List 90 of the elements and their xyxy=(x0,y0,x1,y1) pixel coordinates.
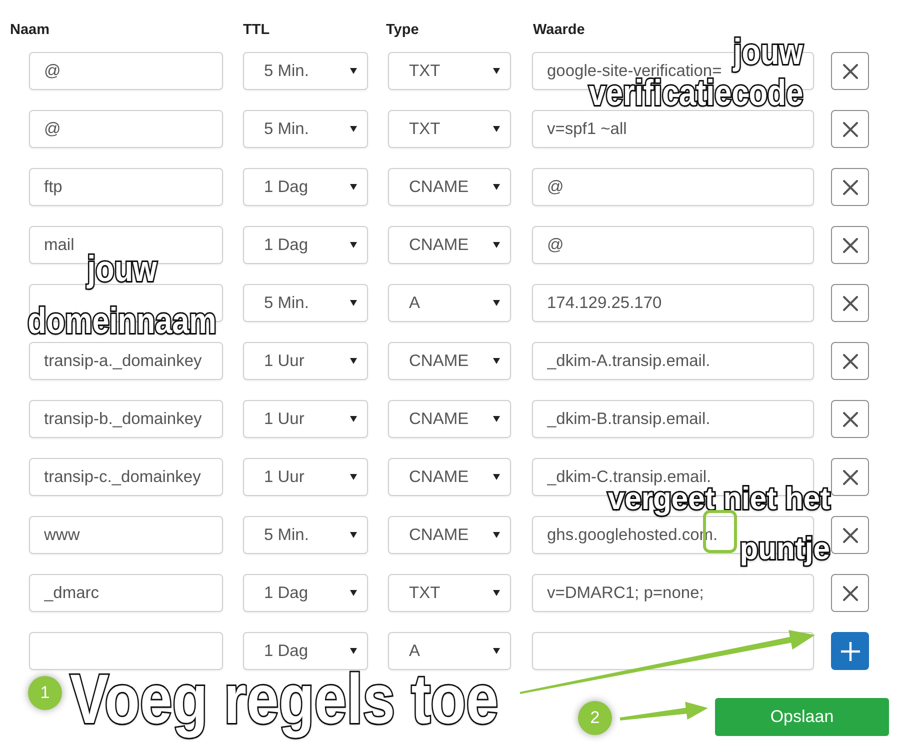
x-icon xyxy=(842,296,858,310)
caret-icon xyxy=(493,474,500,480)
type-select[interactable]: TXT xyxy=(388,52,511,90)
ttl-select[interactable]: 5 Min. xyxy=(243,284,368,322)
delete-button[interactable] xyxy=(831,226,869,264)
ttl-select[interactable]: 5 Min. xyxy=(243,516,368,554)
type-select[interactable]: CNAME xyxy=(388,400,511,438)
type-select[interactable]: CNAME xyxy=(388,226,511,264)
value-field[interactable]: v=DMARC1; p=none; xyxy=(532,574,814,612)
caret-icon xyxy=(493,184,500,190)
column-header: TTL xyxy=(243,22,270,38)
name-field[interactable]: @ xyxy=(29,52,223,90)
x-icon xyxy=(842,586,858,600)
caret-icon xyxy=(350,648,357,654)
caret-icon xyxy=(493,532,500,538)
caret-icon xyxy=(493,68,500,74)
caret-icon xyxy=(350,126,357,132)
column-header: Naam xyxy=(10,22,50,38)
type-select[interactable]: CNAME xyxy=(388,168,511,206)
caret-icon xyxy=(350,242,357,248)
delete-button[interactable] xyxy=(831,458,869,496)
type-select[interactable]: CNAME xyxy=(388,458,511,496)
type-select[interactable]: A xyxy=(388,632,511,670)
value-field[interactable] xyxy=(532,632,814,670)
name-field[interactable]: transip-a._domainkey xyxy=(29,342,223,380)
x-icon xyxy=(842,238,858,252)
callout-text: domeinnaam xyxy=(28,305,216,336)
column-header: Type xyxy=(386,22,419,38)
caret-icon xyxy=(493,300,500,306)
ttl-select[interactable]: 1 Uur xyxy=(243,458,368,496)
value-field[interactable]: v=spf1 ~all xyxy=(532,110,814,148)
value-field[interactable]: @ xyxy=(532,168,814,206)
x-icon xyxy=(842,122,858,136)
column-header: Waarde xyxy=(533,22,585,38)
step-badge: 2 xyxy=(578,701,612,735)
name-field[interactable] xyxy=(29,632,223,670)
ttl-select[interactable]: 1 Dag xyxy=(243,226,368,264)
caret-icon xyxy=(493,416,500,422)
delete-button[interactable] xyxy=(831,168,869,206)
caret-icon xyxy=(493,648,500,654)
x-icon xyxy=(842,180,858,194)
value-field[interactable]: 174.129.25.170 xyxy=(532,284,814,322)
delete-button[interactable] xyxy=(831,574,869,612)
caret-icon xyxy=(493,242,500,248)
delete-button[interactable] xyxy=(831,52,869,90)
ttl-select[interactable]: 1 Dag xyxy=(243,574,368,612)
delete-button[interactable] xyxy=(831,516,869,554)
name-field[interactable]: _dmarc xyxy=(29,574,223,612)
value-field[interactable]: @ xyxy=(532,226,814,264)
delete-button[interactable] xyxy=(831,284,869,322)
name-field[interactable]: transip-c._domainkey xyxy=(29,458,223,496)
type-select[interactable]: A xyxy=(388,284,511,322)
caret-icon xyxy=(493,126,500,132)
caret-icon xyxy=(350,532,357,538)
type-select[interactable]: TXT xyxy=(388,574,511,612)
ttl-select[interactable]: 1 Dag xyxy=(243,632,368,670)
x-icon xyxy=(842,354,858,368)
step-badge: 1 xyxy=(28,676,62,710)
ttl-select[interactable]: 1 Uur xyxy=(243,342,368,380)
x-icon xyxy=(842,412,858,426)
delete-button[interactable] xyxy=(831,400,869,438)
delete-button[interactable] xyxy=(831,342,869,380)
type-select[interactable]: CNAME xyxy=(388,516,511,554)
caret-icon xyxy=(350,68,357,74)
delete-button[interactable] xyxy=(831,110,869,148)
x-icon xyxy=(842,528,858,542)
ttl-select[interactable]: 1 Dag xyxy=(243,168,368,206)
value-field[interactable]: _dkim-B.transip.email. xyxy=(532,400,814,438)
x-icon xyxy=(842,64,858,78)
add-button[interactable] xyxy=(831,632,869,670)
caret-icon xyxy=(350,184,357,190)
name-field[interactable]: www xyxy=(29,516,223,554)
type-select[interactable]: CNAME xyxy=(388,342,511,380)
name-field[interactable]: ftp xyxy=(29,168,223,206)
type-select[interactable]: TXT xyxy=(388,110,511,148)
name-field[interactable]: @ xyxy=(29,110,223,148)
ttl-select[interactable]: 5 Min. xyxy=(243,52,368,90)
caret-icon xyxy=(350,300,357,306)
x-icon xyxy=(842,470,858,484)
caret-icon xyxy=(350,358,357,364)
name-field[interactable]: transip-b._domainkey xyxy=(29,400,223,438)
caret-icon xyxy=(493,358,500,364)
caret-icon xyxy=(350,474,357,480)
caret-icon xyxy=(350,590,357,596)
caret-icon xyxy=(350,416,357,422)
value-field[interactable]: _dkim-A.transip.email. xyxy=(532,342,814,380)
plus-icon xyxy=(840,642,860,660)
caret-icon xyxy=(493,590,500,596)
ttl-select[interactable]: 1 Uur xyxy=(243,400,368,438)
ttl-select[interactable]: 5 Min. xyxy=(243,110,368,148)
